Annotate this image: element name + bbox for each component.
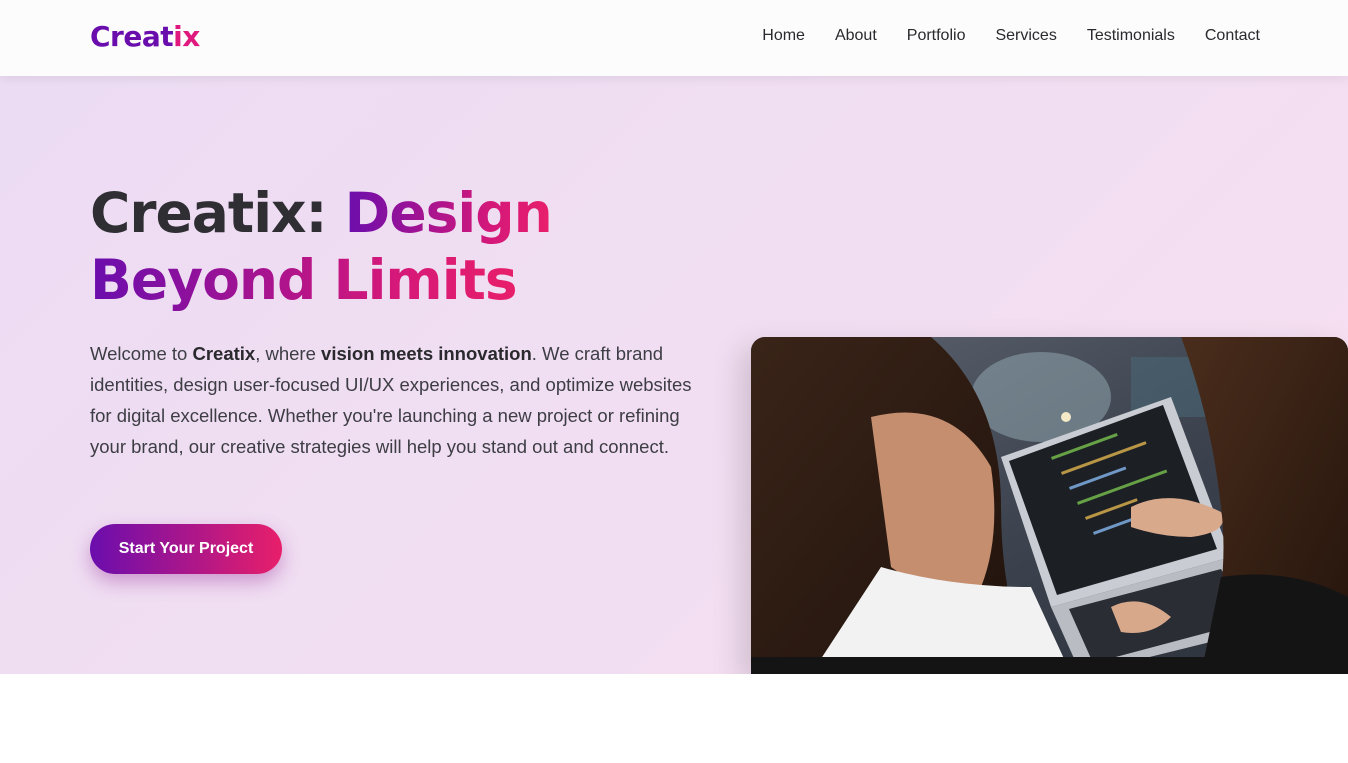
nav-item-home: Home [762,27,805,45]
nav-item-about: About [835,27,877,45]
logo[interactable]: Creatix [90,20,200,53]
start-project-button[interactable]: Start Your Project [90,524,282,574]
nav-links: Home About Portfolio Services Testimonia… [762,27,1260,45]
hero-title-accent-1: Design [344,181,553,245]
nav-item-services: Services [995,27,1056,45]
hero-desc-part-1: Welcome to [90,343,193,364]
nav-item-portfolio: Portfolio [907,27,966,45]
hero-title: Creatix: Design Beyond Limits [90,180,650,314]
hero-description: Welcome to Creatix, where vision meets i… [90,338,700,462]
logo-part-2: ix [173,20,200,53]
navbar: Creatix Home About Portfolio Services Te… [0,0,1348,76]
nav-link-contact[interactable]: Contact [1205,27,1260,44]
hero-section: Creatix: Design Beyond Limits Welcome to … [0,76,1348,674]
nav-link-testimonials[interactable]: Testimonials [1087,27,1175,44]
hero-photo-illustration [751,337,1348,674]
hero-desc-brand: Creatix [192,343,256,364]
hero-image [751,337,1348,674]
nav-item-testimonials: Testimonials [1087,27,1175,45]
logo-part-1: Creat [90,20,174,53]
hero-desc-part-2: , where [255,343,322,364]
nav-link-portfolio[interactable]: Portfolio [907,27,966,44]
nav-link-services[interactable]: Services [995,27,1056,44]
nav-link-about[interactable]: About [835,27,877,44]
nav-link-home[interactable]: Home [762,27,805,44]
hero-title-prefix: Creatix: [90,181,345,245]
below-hero-area [0,674,1348,763]
hero-desc-bold: vision meets innovation [321,343,532,364]
hero-title-accent-2: Beyond Limits [90,248,518,312]
nav-item-contact: Contact [1205,27,1260,45]
